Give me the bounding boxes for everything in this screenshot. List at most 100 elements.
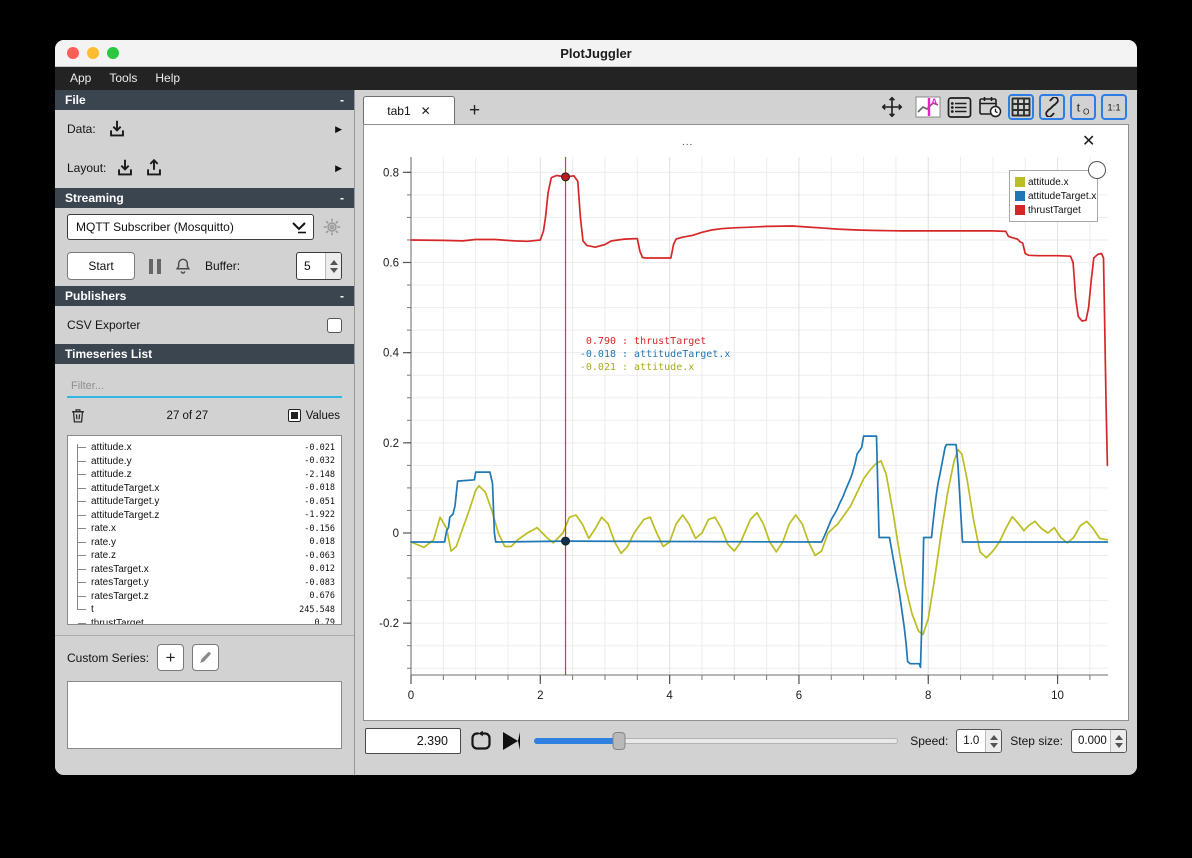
list-view-icon[interactable] [946,94,972,120]
add-tab-button[interactable]: + [469,101,480,120]
speed-spinbox[interactable]: 1.0 [956,729,1003,753]
notifications-bell-icon[interactable] [173,256,193,276]
timeline-slider[interactable] [534,731,899,751]
timeseries-item[interactable]: attitude.y -0.032 [68,455,335,469]
timeseries-item[interactable]: ratesTarget.y -0.083 [68,576,335,590]
custom-series-list[interactable] [67,681,342,749]
layout-expand-arrow-icon[interactable]: ▶ [335,163,342,174]
ratio-1-1-icon[interactable]: 1:1 [1101,94,1127,120]
timeseries-item[interactable]: t 245.548 [68,603,335,617]
data-expand-arrow-icon[interactable]: ▶ [335,124,342,135]
tree-branch [78,514,86,516]
spin-down-icon[interactable] [1114,742,1123,748]
legend-entry[interactable]: attitudeTarget.x [1015,189,1096,203]
timeseries-item[interactable]: rate.x -0.156 [68,522,335,536]
menu-tools[interactable]: Tools [100,67,146,90]
add-custom-series-button[interactable]: + [157,644,185,671]
timeseries-section-header[interactable]: Timeseries List [55,344,354,364]
timeseries-item[interactable]: attitudeTarget.z -1.922 [68,509,335,523]
delete-trash-icon[interactable] [69,406,87,425]
collapse-icon[interactable]: - [340,191,344,205]
timeseries-name: ratesTarget.y [91,577,149,589]
publishers-section-title: Publishers [65,289,127,303]
tracker-line: -0.021 : attitude.x [579,362,695,373]
menu-help[interactable]: Help [146,67,189,90]
grid-layout-icon[interactable] [1008,94,1034,120]
plot-canvas[interactable]: 0 2 4 6 8 10 -0.2 0 0.2 0.4 0.6 0.8 [364,125,1120,722]
timeseries-item[interactable]: rate.z -0.063 [68,549,335,563]
layout-import-icon[interactable] [114,157,136,179]
publishers-section-header[interactable]: Publishers - [55,286,354,306]
start-button[interactable]: Start [67,252,135,280]
data-import-icon[interactable] [106,118,128,140]
time-offset-icon[interactable]: t O [1070,94,1096,120]
minimize-window-button[interactable] [87,47,99,59]
streaming-section-header[interactable]: Streaming - [55,188,354,208]
timeseries-item[interactable]: rate.y 0.018 [68,536,335,550]
plot-legend[interactable]: attitude.x attitudeTarget.x thrustTarget [1009,170,1098,222]
step-size-spinbox[interactable]: 0.000 [1071,729,1127,753]
timeseries-item[interactable]: ratesTarget.z 0.676 [68,590,335,604]
timeseries-name: attitudeTarget.z [91,509,160,521]
timeseries-item[interactable]: attitudeTarget.x -0.018 [68,482,335,496]
timeseries-name: attitudeTarget.y [91,496,160,508]
link-axes-icon[interactable] [1039,94,1065,120]
timeseries-name: rate.x [91,523,117,535]
legend-entry[interactable]: attitude.x [1015,175,1092,189]
pause-icon[interactable] [149,258,161,274]
timeseries-item[interactable]: thrustTarget 0.79 [68,617,335,624]
slider-handle[interactable] [612,732,626,750]
timeseries-section-title: Timeseries List [65,347,153,361]
edit-custom-series-pencil-icon[interactable] [192,644,220,671]
streaming-source-select[interactable]: MQTT Subscriber (Mosquitto) [67,214,314,240]
timeseries-value: 0.012 [309,564,335,575]
spin-up-icon[interactable] [329,259,338,265]
spin-up-icon[interactable] [1114,734,1123,740]
timeseries-name: rate.y [91,536,117,548]
plot-title[interactable]: ... [682,137,693,148]
curve-tracker-icon[interactable]: A [915,94,941,120]
maximize-window-button[interactable] [107,47,119,59]
current-time-field[interactable]: 2.390 [365,728,461,754]
close-window-button[interactable] [67,47,79,59]
collapse-icon[interactable]: - [340,289,344,303]
timeseries-item[interactable]: attitude.x -0.021 [68,441,335,455]
play-button[interactable] [503,732,520,750]
legend-swatch [1015,177,1025,187]
timeseries-value: 0.018 [309,537,335,548]
tree-branch [78,541,86,543]
tab-close-icon[interactable]: ✕ [421,104,431,118]
buffer-spinbox[interactable]: 5 [296,252,342,280]
time-options-calendar-clock-icon[interactable] [977,94,1003,120]
menu-app[interactable]: App [61,67,100,90]
spin-down-icon[interactable] [329,267,338,273]
svg-text:0.6: 0.6 [383,257,399,269]
timeseries-list[interactable]: attitude.x -0.021 attitude.y -0.032 attitude… [67,435,342,625]
csv-exporter-checkbox[interactable] [327,317,342,333]
filter-placeholder: Filter... [71,380,105,392]
values-checkbox[interactable] [287,409,301,422]
layout-export-icon[interactable] [143,157,165,179]
timeseries-filter-input[interactable]: Filter... [67,372,342,398]
slider-fill [534,738,619,744]
tracker-line: 0.790 : thrustTarget [585,336,707,347]
collapse-icon[interactable]: - [340,93,344,107]
timeseries-name: attitude.x [91,442,132,454]
plot-corner-handle[interactable] [1088,161,1106,179]
timeseries-item[interactable]: attitudeTarget.y -0.051 [68,495,335,509]
loop-playback-icon[interactable] [469,729,493,753]
plot-close-icon[interactable]: ✕ [1082,131,1095,151]
file-section-header[interactable]: File - [55,90,354,110]
timeseries-item[interactable]: ratesTarget.x 0.012 [68,563,335,577]
streaming-source-row: MQTT Subscriber (Mosquitto) [55,208,354,246]
data-row: Data: ▶ [55,110,354,148]
legend-entry[interactable]: thrustTarget [1015,203,1092,217]
tab-tab1[interactable]: tab1 ✕ [363,96,455,125]
streaming-settings-gear-icon[interactable] [322,217,342,237]
spin-up-icon[interactable] [989,734,998,740]
timeseries-item[interactable]: attitude.z -2.148 [68,468,335,482]
svg-text:0.2: 0.2 [383,438,399,450]
move-pan-icon[interactable] [879,94,905,120]
spin-down-icon[interactable] [989,742,998,748]
tracker-line: -0.018 : attitudeTarget.x [579,349,731,360]
